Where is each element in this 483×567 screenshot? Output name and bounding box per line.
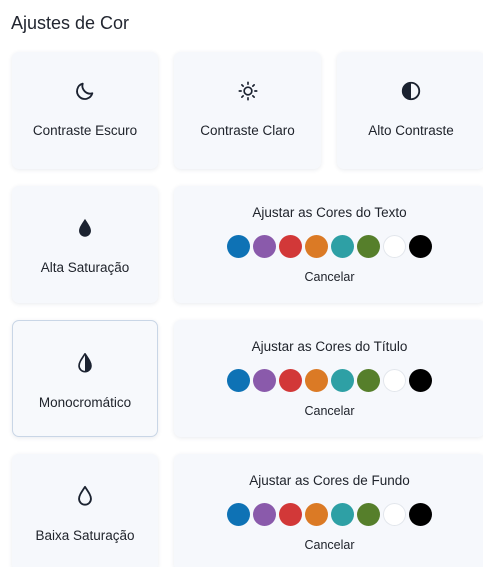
background-color-title: Ajustar as Cores de Fundo bbox=[249, 473, 410, 488]
color-swatch-orange[interactable] bbox=[305, 235, 328, 258]
color-swatch-green[interactable] bbox=[357, 503, 380, 526]
color-swatch-teal[interactable] bbox=[331, 503, 354, 526]
color-swatch-green[interactable] bbox=[357, 369, 380, 392]
color-swatch-purple[interactable] bbox=[253, 369, 276, 392]
color-swatch-blue[interactable] bbox=[227, 235, 250, 258]
text-color-cancel-button[interactable]: Cancelar bbox=[174, 270, 483, 284]
color-swatch-blue[interactable] bbox=[227, 503, 250, 526]
dark-contrast-label: Contraste Escuro bbox=[32, 123, 138, 138]
color-swatch-black[interactable] bbox=[409, 369, 432, 392]
low-saturation-button[interactable]: Baixa Saturação bbox=[12, 454, 158, 567]
heading-color-cancel-button[interactable]: Cancelar bbox=[174, 404, 483, 418]
color-swatch-purple[interactable] bbox=[253, 503, 276, 526]
text-color-picker: Ajustar as Cores do Texto Cancelar bbox=[174, 186, 483, 303]
heading-color-swatches bbox=[174, 369, 483, 392]
light-contrast-button[interactable]: Contraste Claro bbox=[174, 52, 321, 169]
high-contrast-button[interactable]: Alto Contraste bbox=[337, 52, 483, 169]
color-swatch-red[interactable] bbox=[279, 503, 302, 526]
color-swatch-teal[interactable] bbox=[331, 235, 354, 258]
drop-filled-icon bbox=[12, 217, 158, 239]
heading-color-picker: Ajustar as Cores do Título Cancelar bbox=[174, 320, 483, 437]
drop-half-icon bbox=[13, 352, 157, 374]
high-saturation-label: Alta Saturação bbox=[40, 260, 130, 275]
sun-icon bbox=[174, 80, 321, 102]
color-swatch-orange[interactable] bbox=[305, 503, 328, 526]
high-contrast-label: Alto Contraste bbox=[368, 123, 454, 138]
color-swatch-white[interactable] bbox=[383, 503, 406, 526]
color-swatch-white[interactable] bbox=[383, 369, 406, 392]
color-swatch-green[interactable] bbox=[357, 235, 380, 258]
dark-contrast-button[interactable]: Contraste Escuro bbox=[12, 52, 158, 169]
high-saturation-button[interactable]: Alta Saturação bbox=[12, 186, 158, 303]
low-saturation-label: Baixa Saturação bbox=[35, 528, 135, 543]
background-color-swatches bbox=[174, 503, 483, 526]
color-swatch-black[interactable] bbox=[409, 503, 432, 526]
monochrome-label: Monocromático bbox=[38, 395, 132, 410]
drop-outline-icon bbox=[12, 485, 158, 507]
text-color-swatches bbox=[174, 235, 483, 258]
half-circle-icon bbox=[337, 80, 483, 102]
color-swatch-purple[interactable] bbox=[253, 235, 276, 258]
color-swatch-teal[interactable] bbox=[331, 369, 354, 392]
heading-color-title: Ajustar as Cores do Título bbox=[251, 339, 408, 354]
color-swatch-red[interactable] bbox=[279, 235, 302, 258]
background-color-picker: Ajustar as Cores de Fundo Cancelar bbox=[174, 454, 483, 567]
monochrome-button[interactable]: Monocromático bbox=[12, 320, 158, 437]
color-swatch-red[interactable] bbox=[279, 369, 302, 392]
moon-icon bbox=[12, 80, 158, 102]
color-swatch-black[interactable] bbox=[409, 235, 432, 258]
background-color-cancel-button[interactable]: Cancelar bbox=[174, 538, 483, 552]
panel-title: Ajustes de Cor bbox=[11, 13, 130, 33]
text-color-title: Ajustar as Cores do Texto bbox=[252, 205, 407, 220]
color-swatch-blue[interactable] bbox=[227, 369, 250, 392]
light-contrast-label: Contraste Claro bbox=[200, 123, 295, 138]
color-swatch-orange[interactable] bbox=[305, 369, 328, 392]
color-swatch-white[interactable] bbox=[383, 235, 406, 258]
